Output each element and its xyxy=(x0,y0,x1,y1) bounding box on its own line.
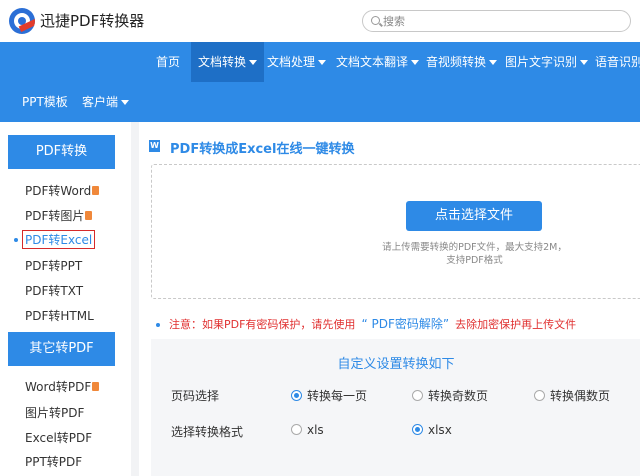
page-title: PDF转换成Excel在线一键转换 xyxy=(170,142,355,157)
radio-convert-odd-pages[interactable]: 转换奇数页 xyxy=(412,387,488,404)
sidebar-item-image-to-pdf[interactable]: 图片转PDF xyxy=(25,404,84,421)
radio-format-xlsx[interactable]: xlsx xyxy=(412,423,452,437)
sidebar-group-pdf-convert[interactable]: PDF转换 xyxy=(8,135,115,169)
sidebar-item-pdf-to-txt[interactable]: PDF转TXT xyxy=(25,282,83,299)
format-select-label: 选择转换格式 xyxy=(171,425,244,439)
settings-panel: 自定义设置转换如下 页码选择 转换每一页 转换奇数页 转换偶数页 选择转换格式 … xyxy=(151,339,640,476)
nav-item-doc-process[interactable]: 文档处理 xyxy=(267,42,327,82)
nav-item-av-convert[interactable]: 音视频转换 xyxy=(426,42,498,82)
page-select-label: 页码选择 xyxy=(171,389,220,403)
chevron-down-icon xyxy=(580,60,589,65)
radio-checked-icon[interactable] xyxy=(291,390,302,401)
chevron-down-icon xyxy=(489,60,498,65)
sidebar-item-pdf-to-word[interactable]: PDF转Word xyxy=(25,182,100,199)
chevron-down-icon xyxy=(249,60,258,65)
logo-icon[interactable] xyxy=(9,8,35,34)
sidebar-item-pdf-to-ppt[interactable]: PDF转PPT xyxy=(25,257,82,274)
hot-badge-icon xyxy=(85,211,93,220)
pdf-unlock-link[interactable]: “ PDF密码解除” xyxy=(361,317,449,331)
sidebar-item-ppt-to-pdf[interactable]: PPT转PDF xyxy=(25,453,82,470)
sidebar: PDF转换 PDF转Word PDF转图片 PDF转Excel PDF转PPT … xyxy=(0,122,131,476)
document-icon: W xyxy=(149,140,160,152)
radio-format-xls[interactable]: xls xyxy=(291,423,324,437)
radio-convert-even-pages[interactable]: 转换偶数页 xyxy=(534,387,610,404)
nav-item-client[interactable]: 客户端 xyxy=(82,82,130,122)
radio-unchecked-icon[interactable] xyxy=(412,390,423,401)
radio-convert-every-page[interactable]: 转换每一页 xyxy=(291,387,367,404)
password-notice: 注意：如果PDF有密码保护，请先使用 “ PDF密码解除” 去除加密保护再上传文件 xyxy=(156,315,576,332)
radio-unchecked-icon[interactable] xyxy=(534,390,545,401)
sidebar-item-pdf-to-excel[interactable]: PDF转Excel xyxy=(22,230,96,249)
sidebar-item-word-to-pdf[interactable]: Word转PDF xyxy=(25,378,100,395)
nav-item-home[interactable]: 首页 xyxy=(156,42,180,82)
nav-item-translate[interactable]: 文档文本翻译 xyxy=(336,42,420,82)
main-nav: 首页 文档转换 文档处理 文档文本翻译 音视频转换 图片文字识别 语音识别 PP… xyxy=(0,42,640,122)
nav-item-doc-convert[interactable]: 文档转换 xyxy=(191,42,265,82)
sidebar-item-excel-to-pdf[interactable]: Excel转PDF xyxy=(25,429,92,446)
select-file-button[interactable]: 点击选择文件 xyxy=(406,201,542,231)
hot-badge-icon xyxy=(92,186,100,195)
bullet-icon xyxy=(156,323,160,327)
active-bullet-icon xyxy=(14,238,18,242)
search-box[interactable] xyxy=(362,10,631,32)
search-input[interactable] xyxy=(383,13,623,29)
radio-unchecked-icon[interactable] xyxy=(291,424,302,435)
main-content: W PDF转换成Excel在线一键转换 点击选择文件 请上传需要转换的PDF文件… xyxy=(139,122,640,476)
hot-badge-icon xyxy=(92,382,100,391)
nav-item-speech[interactable]: 语音识别 xyxy=(595,42,640,82)
brand-name[interactable]: 迅捷PDF转换器 xyxy=(40,10,144,31)
radio-checked-icon[interactable] xyxy=(412,424,423,435)
sidebar-item-pdf-to-html[interactable]: PDF转HTML xyxy=(25,307,94,324)
upload-dropzone[interactable]: 点击选择文件 请上传需要转换的PDF文件，最大支持2M， 支持PDF格式 xyxy=(151,164,640,299)
upload-hint: 请上传需要转换的PDF文件，最大支持2M， 支持PDF格式 xyxy=(382,242,567,266)
search-icon[interactable] xyxy=(371,16,380,25)
nav-item-ppt-template[interactable]: PPT模板 xyxy=(22,82,68,122)
sidebar-group-other-to-pdf[interactable]: 其它转PDF xyxy=(8,332,115,366)
nav-item-ocr[interactable]: 图片文字识别 xyxy=(505,42,589,82)
sidebar-item-pdf-to-image[interactable]: PDF转图片 xyxy=(25,207,93,224)
settings-title: 自定义设置转换如下 xyxy=(337,357,455,372)
top-bar: 迅捷PDF转换器 xyxy=(0,0,640,42)
chevron-down-icon xyxy=(121,100,130,105)
chevron-down-icon xyxy=(318,60,327,65)
chevron-down-icon xyxy=(411,60,420,65)
